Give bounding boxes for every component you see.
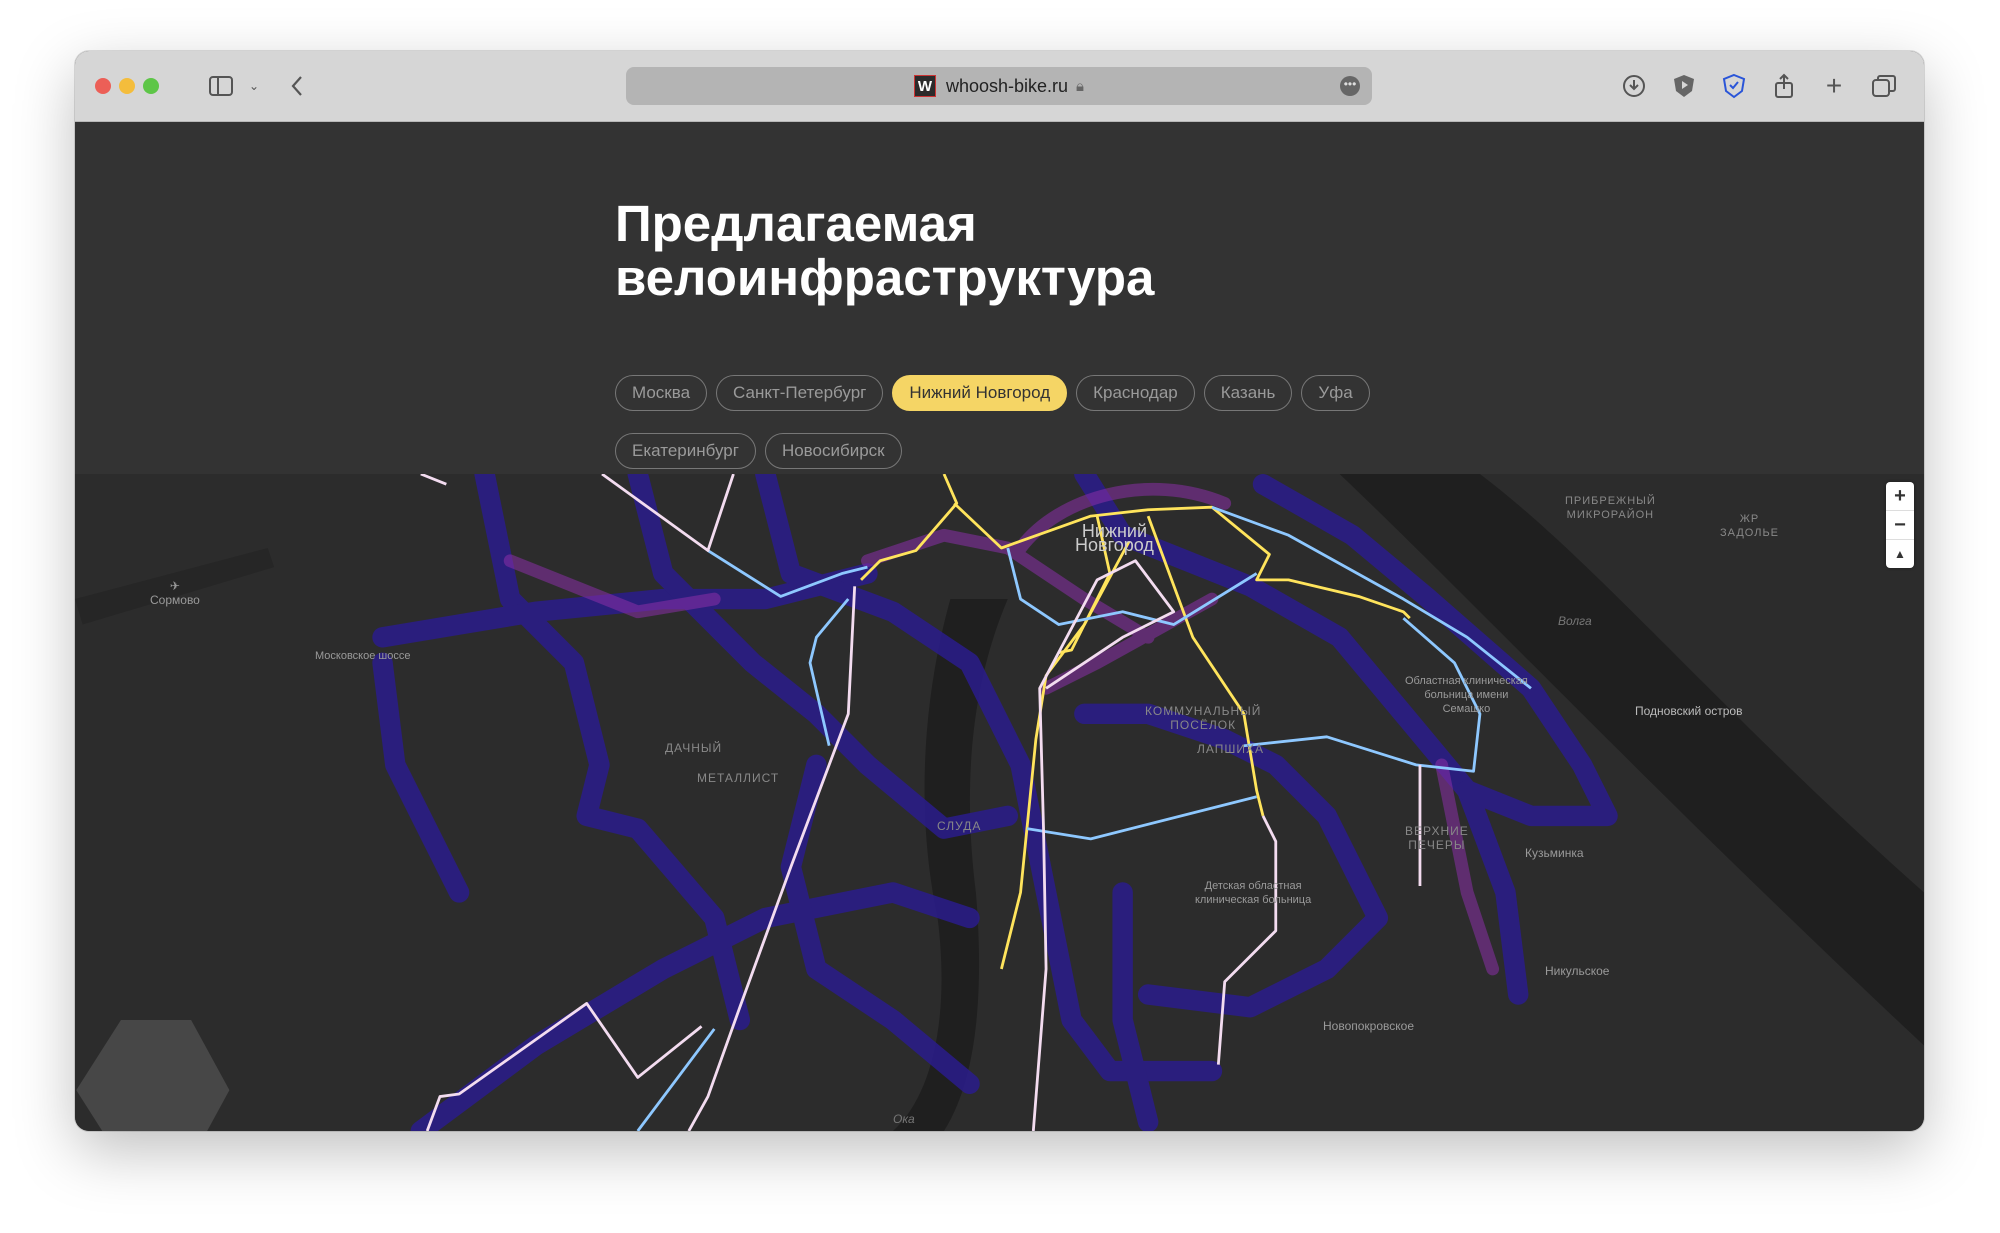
browser-window: ⌄ W whoosh-bike.ru 🔒︎ ••• + Предлагаемая… [75,51,1924,1131]
route-tertiary [601,474,735,552]
label-sormovo: ✈︎ Сормово [150,579,200,607]
share-icon[interactable] [1770,71,1798,101]
label-podnovsky: Подновский остров [1635,704,1743,718]
label-pribrezhny: ПРИБРЕЖНЫЙ МИКРОРАЙОН [1565,495,1656,521]
title-line-1: Предлагаемая [615,195,977,252]
city-novosibirsk[interactable]: Новосибирск [764,433,902,469]
label-nikulskoe: Никульское [1545,964,1610,978]
city-krasnodar[interactable]: Краснодар [1076,375,1195,411]
route-secondary [636,1028,716,1131]
city-yekaterinburg[interactable]: Екатеринбург [615,433,756,469]
bike-infrastructure-map[interactable]: Нижний Новгород ✈︎ Сормово Московское шос… [75,474,1924,1131]
label-city: Нижний Новгород [1075,521,1154,555]
city-ufa[interactable]: Уфа [1301,375,1370,411]
label-moskovskoe: Московское шоссе [315,650,411,662]
heat-layer [372,474,1618,1131]
label-kommunalny: КОММУНАЛЬНЫЙ ПОСЁЛОК [1145,704,1262,732]
back-icon[interactable] [287,71,307,101]
route-tertiary [1031,559,1176,1131]
zoom-out-button[interactable]: − [1886,511,1914,540]
maximize-window-button[interactable] [143,78,159,94]
url-text: whoosh-bike.ru [945,75,1069,96]
label-hospital-child: Детская областная клиническая больница [1195,880,1312,906]
route-tertiary [420,474,447,486]
label-sluda: СЛУДА [937,819,982,833]
map-canvas [75,474,1924,1131]
label-kuzminka: Кузьминка [1525,846,1584,860]
minimize-window-button[interactable] [119,78,135,94]
rivers [75,474,1924,1131]
title-line-2: велоинфраструктура [615,249,1155,306]
city-saint-petersburg[interactable]: Санкт-Петербург [716,375,884,411]
download-icon[interactable] [1620,71,1648,101]
shield-icon[interactable] [1670,71,1698,101]
label-oka: Ока [893,1112,915,1126]
browser-toolbar: ⌄ W whoosh-bike.ru 🔒︎ ••• + [75,51,1924,122]
label-zadolye: ЖР ЗАДОЛЬЕ [1720,513,1780,539]
city-moscow[interactable]: Москва [615,375,708,411]
route-primary [860,474,959,581]
address-bar[interactable]: W whoosh-bike.ru 🔒︎ ••• [626,67,1372,105]
favicon-icon: W [913,75,936,97]
label-dachny: ДАЧНЫЙ [665,741,723,755]
lock-icon: 🔒︎ [1076,77,1085,95]
page-title: Предлагаемая велоинфраструктура [615,197,1154,305]
compass-icon[interactable]: ▲ [1886,540,1914,568]
label-lapshikha: ЛАПШИХА [1197,742,1264,756]
chevron-down-icon[interactable]: ⌄ [247,71,261,101]
password-shield-icon[interactable] [1720,71,1748,101]
label-hospital-region: Областная клиническая больница имени Сем… [1405,675,1528,715]
city-kazan[interactable]: Казань [1203,375,1293,411]
map-zoom-controls: + − ▲ [1886,482,1914,568]
route-tertiary [1216,815,1278,1065]
close-window-button[interactable] [95,78,111,94]
label-verkhnie: ВЕРХНИЕ ПЕЧЕРЫ [1405,824,1469,852]
river-oka [892,599,1008,1131]
river-volga [1339,474,1924,1046]
label-metallist: МЕТАЛЛИСТ [697,771,780,785]
zoom-in-button[interactable]: + [1886,482,1914,511]
page-header: Предлагаемая велоинфраструктура Москва Са… [75,122,1924,474]
tabs-icon[interactable] [1870,71,1898,101]
route-secondary [1026,795,1257,841]
route-secondary [1006,547,1258,626]
city-nizhny-novgorod[interactable]: Нижний Новгород [892,375,1068,411]
label-volga: Волга [1558,614,1592,628]
sidebar-icon[interactable] [207,71,235,101]
logo-hexagon [76,1020,230,1131]
new-tab-icon[interactable]: + [1820,70,1848,101]
label-novopokrovskoe: Новопокровское [1323,1019,1414,1033]
airport-icon: ✈︎ [169,579,180,593]
city-selector: Москва Санкт-Петербург Нижний Новгород К… [615,375,1415,469]
more-icon[interactable]: ••• [1340,76,1360,96]
label-sormovo-text: Сормово [150,593,200,607]
